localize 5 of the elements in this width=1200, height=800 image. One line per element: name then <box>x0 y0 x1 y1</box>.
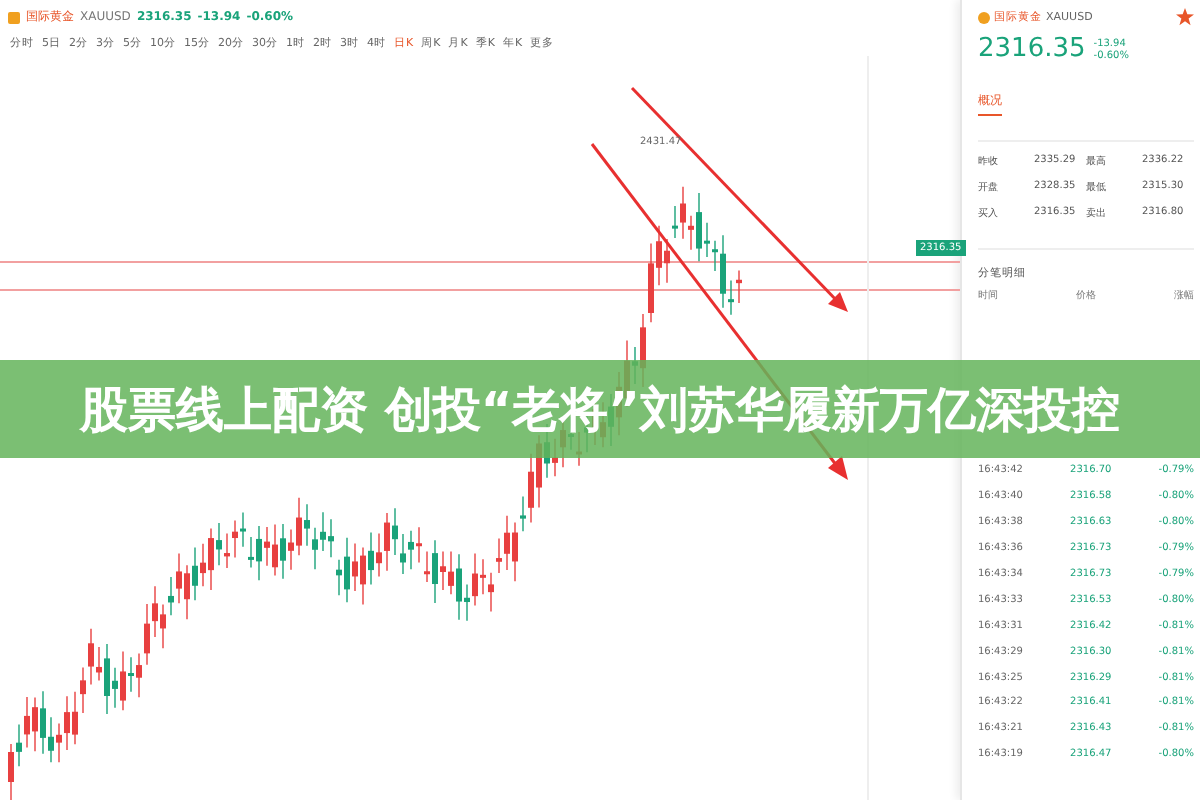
headline: 股票线上配资 创投“老将”刘苏华履新万亿深投控 <box>80 379 1120 441</box>
star-icon[interactable] <box>1176 8 1194 26</box>
home-icon <box>8 11 20 23</box>
coin-icon <box>978 11 990 23</box>
price: 2316.35 <box>978 34 1086 64</box>
